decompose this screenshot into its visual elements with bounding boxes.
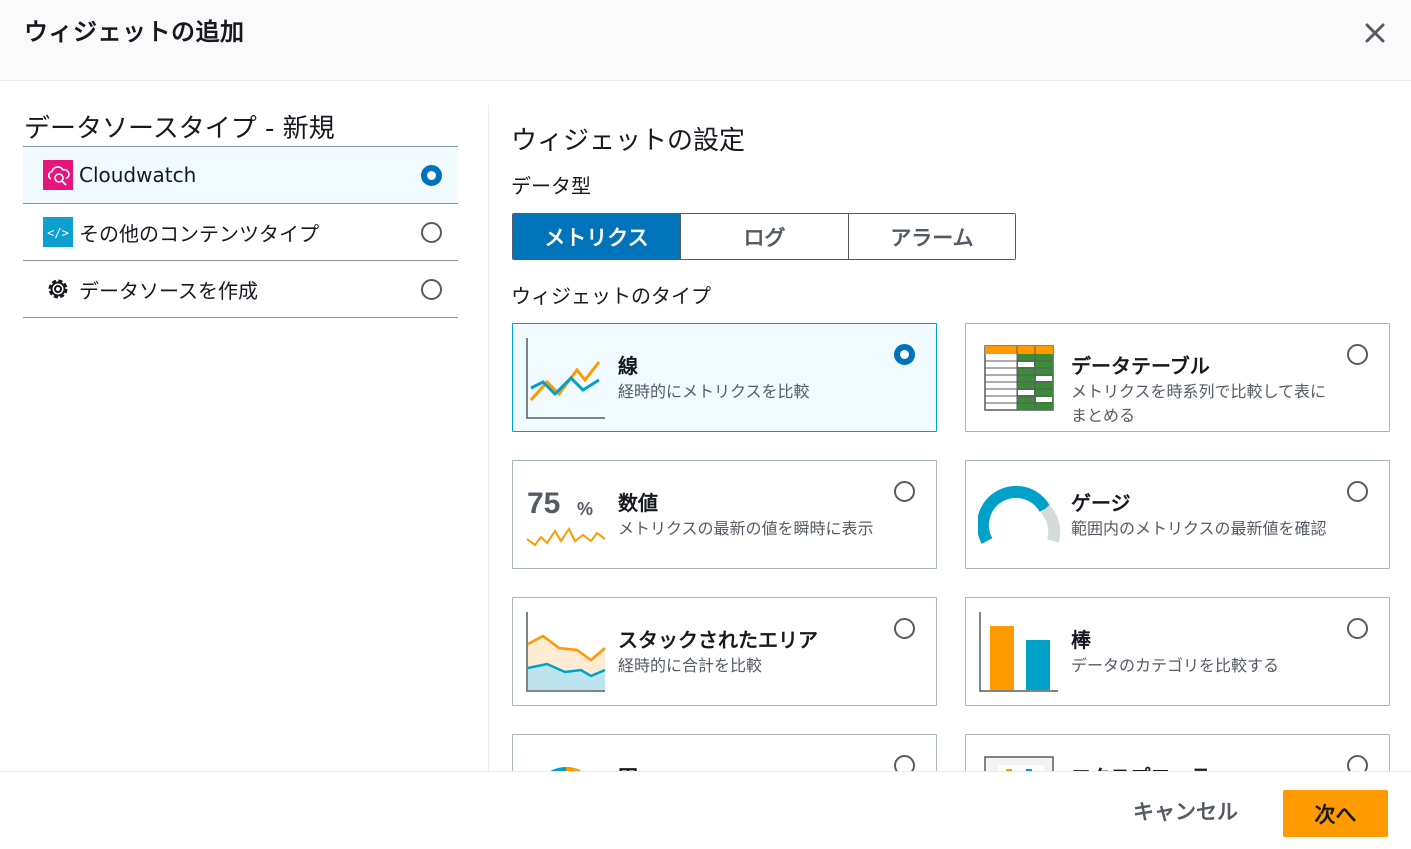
widget-card-data-table[interactable]: データテーブル メトリクスを時系列で比較して表にまとめる: [965, 323, 1390, 432]
gear-icon: [43, 274, 73, 304]
widget-card-title: 数値: [618, 491, 658, 515]
datasource-create[interactable]: データソースを作成: [23, 261, 458, 318]
widget-radio-gauge[interactable]: [1347, 481, 1368, 502]
widget-radio-pie[interactable]: [894, 755, 915, 771]
datasource-list: Cloudwatch </> その他のコンテンツタイプ データソースを作成: [23, 146, 458, 318]
explorer-icon: [984, 756, 1054, 771]
segment-alarms[interactable]: アラーム: [849, 214, 1015, 259]
widget-card-gauge[interactable]: ゲージ 範囲内のメトリクスの最新値を確認: [965, 460, 1390, 569]
widget-card-title: 棒: [1071, 628, 1091, 652]
widget-card-title: スタックされたエリア: [618, 628, 818, 652]
segment-logs[interactable]: ログ: [681, 214, 849, 259]
datatype-segmented-control: メトリクス ログ アラーム: [512, 213, 1016, 260]
modal-footer: キャンセル 次へ: [0, 771, 1411, 849]
datasource-radio-cloudwatch[interactable]: [421, 165, 442, 186]
widget-type-label: ウィジェットのタイプ: [511, 284, 711, 308]
widget-card-explorer[interactable]: エクスプローラー: [965, 734, 1390, 771]
widget-card-title: 円: [618, 761, 638, 771]
code-icon: </>: [43, 217, 73, 247]
number-icon-value: 75: [527, 487, 560, 520]
widget-radio-explorer[interactable]: [1347, 755, 1368, 771]
next-button[interactable]: 次へ: [1283, 790, 1388, 837]
line-chart-icon: [526, 338, 605, 419]
modal-header: ウィジェットの追加: [0, 0, 1411, 81]
widget-card-line[interactable]: 線 経時的にメトリクスを比較: [512, 323, 937, 432]
datasource-cloudwatch[interactable]: Cloudwatch: [23, 147, 458, 204]
widget-card-desc: メトリクスを時系列で比較して表にまとめる: [1071, 382, 1327, 425]
widget-card-bar[interactable]: 棒 データのカテゴリを比較する: [965, 597, 1390, 706]
widget-card-desc: 経時的に合計を比較: [618, 656, 763, 675]
cloudwatch-icon: [43, 160, 73, 190]
widget-type-grid: 線 経時的にメトリクスを比較 データテーブル メトリクスを時系列で比較して表にま…: [500, 310, 1411, 771]
widget-card-desc: メトリクスの最新の値を瞬時に表示: [618, 519, 874, 538]
widget-card-title: データテーブル: [1071, 354, 1210, 378]
pie-chart-icon: [550, 767, 582, 771]
number-icon: 75 %: [526, 487, 606, 547]
widget-radio-number[interactable]: [894, 481, 915, 502]
panel-divider: [488, 105, 489, 771]
widget-card-stacked-area[interactable]: スタックされたエリア 経時的に合計を比較: [512, 597, 937, 706]
widget-radio-line[interactable]: [894, 344, 915, 365]
data-table-icon: [984, 345, 1054, 411]
widget-card-title: エクスプローラー: [1071, 761, 1230, 771]
widget-card-desc: データのカテゴリを比較する: [1071, 656, 1280, 675]
datasource-label: Cloudwatch: [79, 163, 197, 187]
widget-card-title: 線: [618, 354, 638, 378]
datasource-label: その他のコンテンツタイプ: [79, 221, 319, 246]
widget-card-desc: 経時的にメトリクスを比較: [618, 382, 810, 401]
widget-card-desc: 範囲内のメトリクスの最新値を確認: [1071, 519, 1327, 538]
widget-radio-stacked-area[interactable]: [894, 618, 915, 639]
widget-radio-data-table[interactable]: [1347, 344, 1368, 365]
widget-settings-title: ウィジェットの設定: [511, 126, 746, 156]
svg-text:</>: </>: [47, 226, 69, 240]
datasource-radio-other[interactable]: [421, 222, 442, 243]
datatype-label: データ型: [511, 174, 591, 198]
modal-title: ウィジェットの追加: [24, 18, 245, 46]
close-icon: [1365, 23, 1385, 43]
datasource-label: データソースを作成: [79, 278, 258, 303]
datasource-other-content[interactable]: </> その他のコンテンツタイプ: [23, 204, 458, 261]
widget-card-title: ゲージ: [1071, 491, 1131, 515]
bar-chart-icon: [979, 612, 1058, 692]
number-icon-unit: %: [577, 499, 593, 519]
datasource-type-title: データソースタイプ - 新規: [24, 114, 335, 144]
widget-radio-bar[interactable]: [1347, 618, 1368, 639]
datasource-radio-create[interactable]: [421, 279, 442, 300]
stacked-area-icon: [526, 612, 606, 692]
gauge-icon: [978, 485, 1060, 544]
cancel-button[interactable]: キャンセル: [1120, 796, 1251, 826]
close-button[interactable]: [1360, 18, 1390, 48]
widget-card-number[interactable]: 75 % 数値 メトリクスの最新の値を瞬時に表示: [512, 460, 937, 569]
widget-card-pie[interactable]: 円: [512, 734, 937, 771]
segment-metrics[interactable]: メトリクス: [513, 214, 681, 259]
